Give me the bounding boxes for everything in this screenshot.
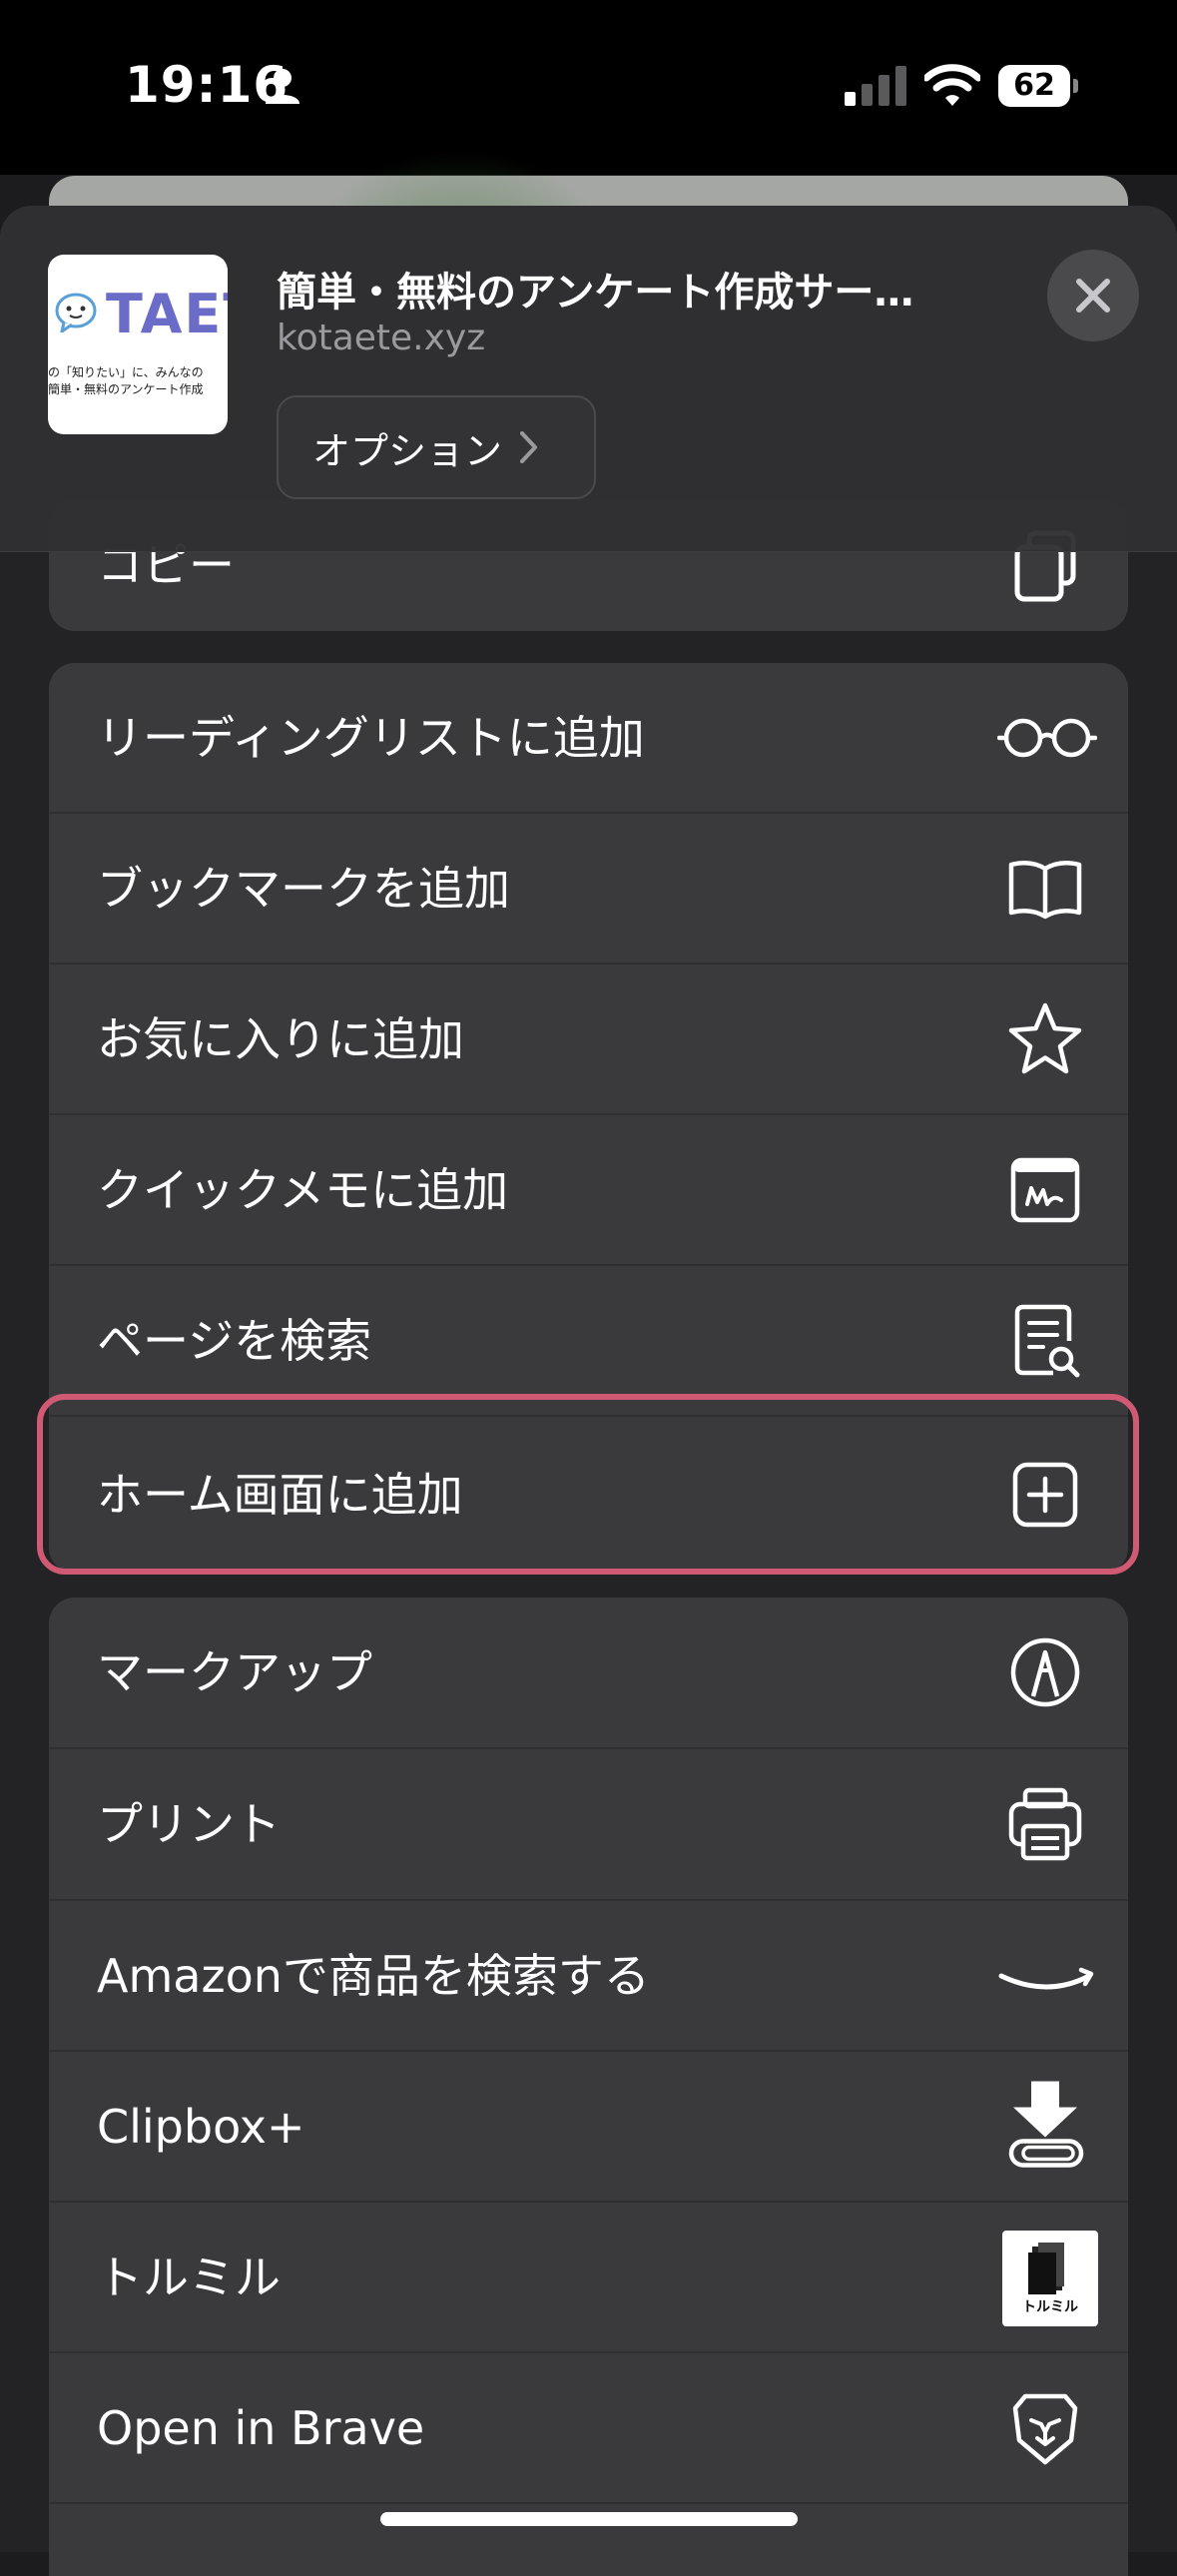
quick-note-icon <box>1010 1157 1080 1223</box>
close-button[interactable] <box>1047 250 1139 341</box>
add-to-favorites-row[interactable]: お気に入りに追加 <box>49 965 1128 1114</box>
battery-indicator: 62 <box>998 65 1080 107</box>
add-to-reading-list-row[interactable]: リーディングリストに追加 <box>49 663 1128 813</box>
close-icon <box>1076 279 1110 313</box>
clipbox-row[interactable]: Clipbox+ <box>49 2052 1128 2202</box>
print-row[interactable]: プリント <box>49 1749 1128 1899</box>
download-icon <box>1008 2081 1084 2168</box>
find-on-page-icon <box>1014 1304 1080 1378</box>
open-in-brave-row[interactable]: Open in Brave <box>49 2353 1128 2503</box>
wifi-icon <box>924 64 980 106</box>
brave-lion-icon <box>1012 2393 1078 2465</box>
actions-group-2: マークアップ プリント Amazonで商品を検索する Clipbox+ トルミル… <box>49 1598 1128 2576</box>
page-domain: kotaete.xyz <box>277 318 486 358</box>
add-to-reading-list-label: リーディングリストに追加 <box>97 711 645 765</box>
amazon-search-row[interactable]: Amazonで商品を検索する <box>49 1901 1128 2051</box>
torumiru-label: トルミル <box>97 2251 281 2304</box>
status-bar: 19:16 62 <box>0 0 1177 175</box>
thumbnail-line-2: 簡単・無料のアンケート作成 <box>48 382 204 396</box>
markup-label: マークアップ <box>97 1645 372 1699</box>
battery-nub <box>1073 79 1078 93</box>
torumiru-app-icon: トルミル <box>1002 2231 1098 2326</box>
page-title: 簡単・無料のアンケート作成サー… <box>277 270 914 316</box>
thumbnail-line-1: の「知りたい」に、みんなの <box>48 365 204 379</box>
book-icon <box>1008 861 1082 920</box>
star-icon <box>1008 1002 1082 1074</box>
home-indicator[interactable] <box>380 2512 798 2526</box>
options-label: オプション <box>312 428 503 473</box>
options-button[interactable]: オプション <box>277 395 596 499</box>
thumbnail-logo-text: TAET <box>106 283 228 345</box>
share-header: TAET の「知りたい」に、みんなの 簡単・無料のアンケート作成 簡単・無料のア… <box>0 206 1177 552</box>
torumiru-icon-text: トルミル <box>1022 2299 1078 2315</box>
add-bookmark-row[interactable]: ブックマークを追加 <box>49 814 1128 964</box>
markup-icon <box>1010 1637 1080 1707</box>
open-in-brave-label: Open in Brave <box>97 2401 425 2455</box>
battery-level: 62 <box>998 65 1070 107</box>
site-thumbnail: TAET の「知りたい」に、みんなの 簡単・無料のアンケート作成 <box>48 255 228 434</box>
row-separator <box>49 2502 1128 2504</box>
highlight-outline <box>37 1394 1139 1575</box>
chevron-right-icon <box>520 431 538 463</box>
markup-row[interactable]: マークアップ <box>49 1598 1128 1747</box>
clipbox-label: Clipbox+ <box>97 2100 305 2154</box>
printer-icon <box>1008 1787 1082 1861</box>
glasses-icon <box>997 718 1097 758</box>
amazon-smile-icon <box>998 1967 1094 1990</box>
torumiru-row[interactable]: トルミル トルミル <box>49 2203 1128 2352</box>
person-icon <box>266 69 299 104</box>
add-to-quick-note-label: クイックメモに追加 <box>97 1163 509 1217</box>
speech-bubble-icon <box>55 293 97 332</box>
cellular-signal-icon <box>845 66 906 106</box>
add-bookmark-label: ブックマークを追加 <box>97 862 510 916</box>
amazon-search-label: Amazonで商品を検索する <box>97 1949 650 2003</box>
print-label: プリント <box>97 1797 281 1851</box>
add-to-favorites-label: お気に入りに追加 <box>97 1012 464 1066</box>
add-to-quick-note-row[interactable]: クイックメモに追加 <box>49 1115 1128 1265</box>
thumbnail-caption: の「知りたい」に、みんなの 簡単・無料のアンケート作成 <box>48 364 228 398</box>
